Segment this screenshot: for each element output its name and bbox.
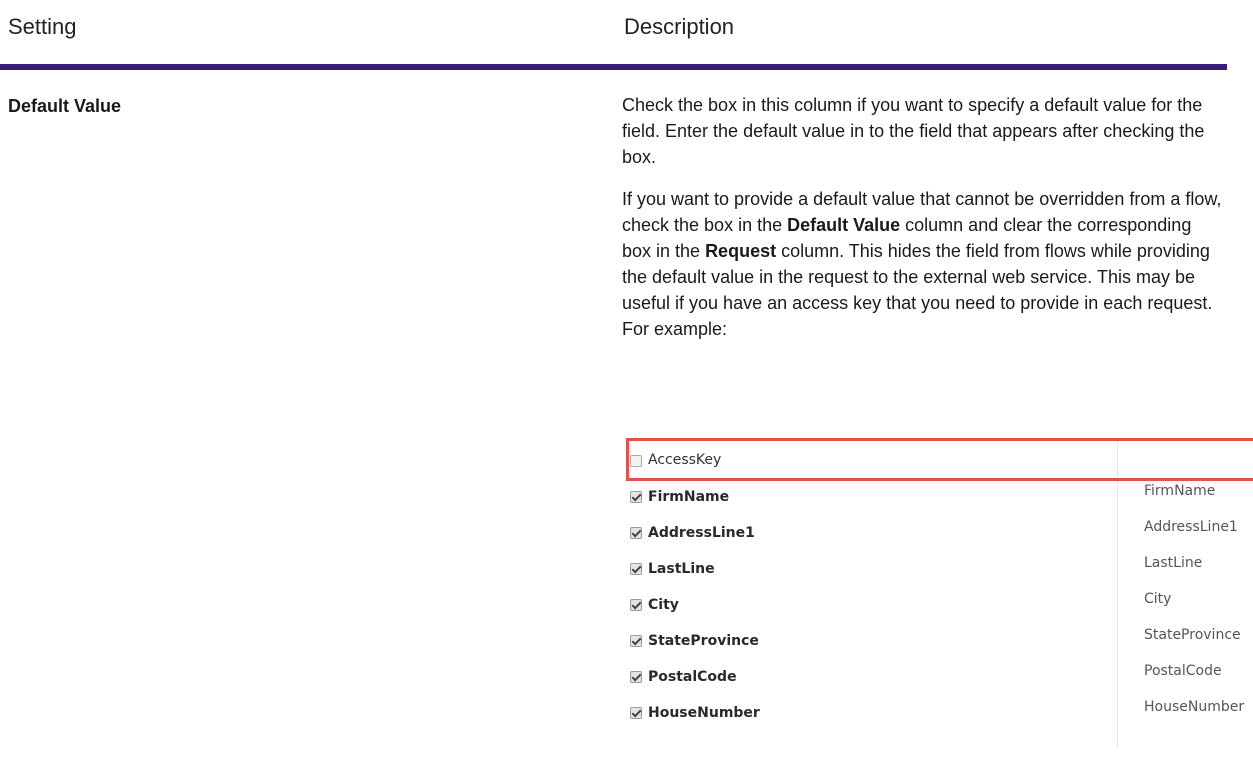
checkbox-checked[interactable]: [630, 671, 642, 683]
field-row: PostalCode PostalCode: [622, 663, 1253, 698]
field-row: HouseNumber HouseNumber: [622, 699, 1253, 734]
column-header-description: Description: [624, 14, 735, 39]
field-label: FirmName: [648, 489, 730, 505]
field-row: LastLine LastLine: [622, 555, 1253, 590]
field-value: PostalCode: [1144, 663, 1222, 679]
field-row: AddressLine1 AddressLine1: [622, 519, 1253, 554]
field-label: City: [648, 597, 679, 613]
field-value: FirmName: [1144, 483, 1216, 499]
description-paragraph-2: If you want to provide a default value t…: [622, 186, 1222, 342]
setting-name: Default Value: [8, 96, 122, 116]
highlight-box: [626, 438, 1253, 481]
checkbox-checked[interactable]: [630, 635, 642, 647]
emphasis-default-value: Default Value: [787, 215, 901, 235]
checkbox-checked[interactable]: [630, 707, 642, 719]
header-divider: [0, 64, 1227, 70]
field-value: LastLine: [1144, 555, 1203, 571]
column-header-setting: Setting: [8, 14, 77, 39]
field-label: HouseNumber: [648, 705, 760, 721]
checkbox-checked[interactable]: [630, 563, 642, 575]
field-value: HouseNumber: [1144, 699, 1245, 715]
field-value: City: [1144, 591, 1172, 607]
field-label: AddressLine1: [648, 525, 755, 541]
field-value: AddressLine1: [1144, 519, 1238, 535]
checkbox-checked[interactable]: [630, 491, 642, 503]
field-label: LastLine: [648, 561, 715, 577]
example-screenshot: AccessKey FirmName FirmName AddressLine1…: [622, 438, 1253, 748]
field-row: StateProvince StateProvince: [622, 627, 1253, 662]
checkbox-checked[interactable]: [630, 527, 642, 539]
field-row: FirmName FirmName: [622, 483, 1253, 518]
field-value: StateProvince: [1144, 627, 1241, 643]
checkbox-checked[interactable]: [630, 599, 642, 611]
description-paragraph-1: Check the box in this column if you want…: [622, 95, 1205, 167]
field-row: City City: [622, 591, 1253, 626]
field-label: StateProvince: [648, 633, 759, 649]
emphasis-request: Request: [705, 241, 777, 261]
field-label: PostalCode: [648, 669, 737, 685]
setting-description: Check the box in this column if you want…: [622, 92, 1222, 358]
